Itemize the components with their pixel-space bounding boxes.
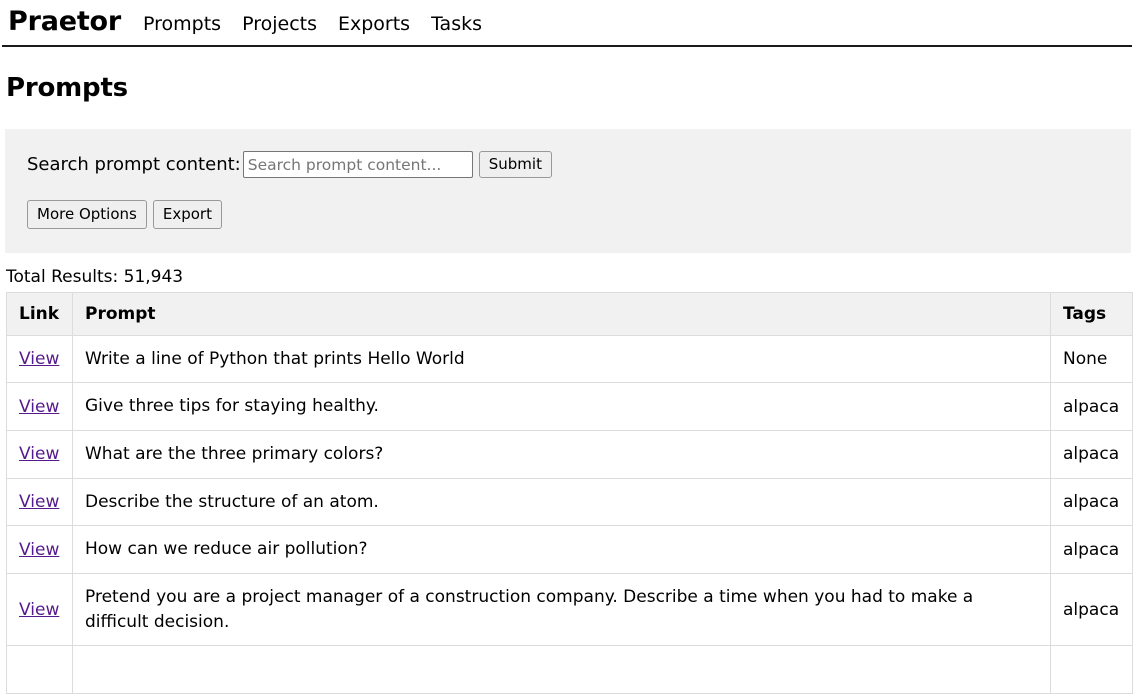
table-cell-prompt: What are the three primary colors?: [73, 431, 1051, 479]
table-cell-prompt: Give three tips for staying healthy.: [73, 383, 1051, 431]
table-header-row: Link Prompt Tags: [7, 292, 1133, 335]
nav-link-projects[interactable]: Projects: [242, 15, 317, 34]
table-cell-tags: alpaca: [1051, 383, 1133, 431]
table-cell-prompt: Describe the structure of an atom.: [73, 478, 1051, 526]
table-row: View How can we reduce air pollution? al…: [7, 526, 1133, 574]
table-row: View Pretend you are a project manager o…: [7, 573, 1133, 645]
column-header-prompt[interactable]: Prompt: [73, 292, 1051, 335]
table-cell-link: View: [7, 335, 73, 383]
column-header-link[interactable]: Link: [7, 292, 73, 335]
page-title: Prompts: [6, 73, 1136, 103]
table-cell-link: View: [7, 478, 73, 526]
table-cell-tags: alpaca: [1051, 478, 1133, 526]
results-table-body: View Write a line of Python that prints …: [7, 335, 1133, 693]
main-navigation: Prompts Projects Exports Tasks: [143, 15, 482, 34]
view-link[interactable]: View: [19, 492, 59, 512]
search-row: Search prompt content: Submit: [27, 151, 1131, 178]
view-link[interactable]: View: [19, 397, 59, 417]
more-options-button[interactable]: More Options: [27, 200, 147, 229]
brand-logo[interactable]: Praetor: [8, 8, 121, 35]
results-table-head: Link Prompt Tags: [7, 292, 1133, 335]
search-input[interactable]: [243, 151, 473, 178]
table-cell-prompt: How can we reduce air pollution?: [73, 526, 1051, 574]
options-row: More Options Export: [27, 200, 1131, 229]
search-label: Search prompt content:: [27, 154, 241, 175]
submit-button[interactable]: Submit: [479, 151, 552, 178]
table-cell-tags: alpaca: [1051, 431, 1133, 479]
view-link[interactable]: View: [19, 540, 59, 560]
table-cell-link: View: [7, 431, 73, 479]
table-cell-prompt: Write a line of Python that prints Hello…: [73, 335, 1051, 383]
table-cell-prompt: [73, 646, 1051, 694]
view-link[interactable]: View: [19, 444, 59, 464]
nav-link-tasks[interactable]: Tasks: [431, 15, 482, 34]
table-cell-link: [7, 646, 73, 694]
table-row: View Write a line of Python that prints …: [7, 335, 1133, 383]
table-cell-tags: alpaca: [1051, 526, 1133, 574]
site-header: Praetor Prompts Projects Exports Tasks: [2, 0, 1132, 47]
view-link[interactable]: View: [19, 600, 59, 620]
table-cell-prompt: Pretend you are a project manager of a c…: [73, 573, 1051, 645]
export-button[interactable]: Export: [153, 200, 222, 229]
table-cell-tags: [1051, 646, 1133, 694]
table-row-partial: [7, 646, 1133, 694]
total-results-label: Total Results: 51,943: [6, 267, 1136, 287]
nav-link-prompts[interactable]: Prompts: [143, 15, 221, 34]
table-row: View What are the three primary colors? …: [7, 431, 1133, 479]
table-row: View Describe the structure of an atom. …: [7, 478, 1133, 526]
view-link[interactable]: View: [19, 349, 59, 369]
table-cell-link: View: [7, 573, 73, 645]
search-panel: Search prompt content: Submit More Optio…: [5, 129, 1131, 253]
nav-link-exports[interactable]: Exports: [338, 15, 410, 34]
table-cell-tags: alpaca: [1051, 573, 1133, 645]
table-cell-link: View: [7, 526, 73, 574]
results-table: Link Prompt Tags View Write a line of Py…: [6, 292, 1133, 694]
column-header-tags[interactable]: Tags: [1051, 292, 1133, 335]
table-cell-link: View: [7, 383, 73, 431]
table-row: View Give three tips for staying healthy…: [7, 383, 1133, 431]
table-cell-tags: None: [1051, 335, 1133, 383]
